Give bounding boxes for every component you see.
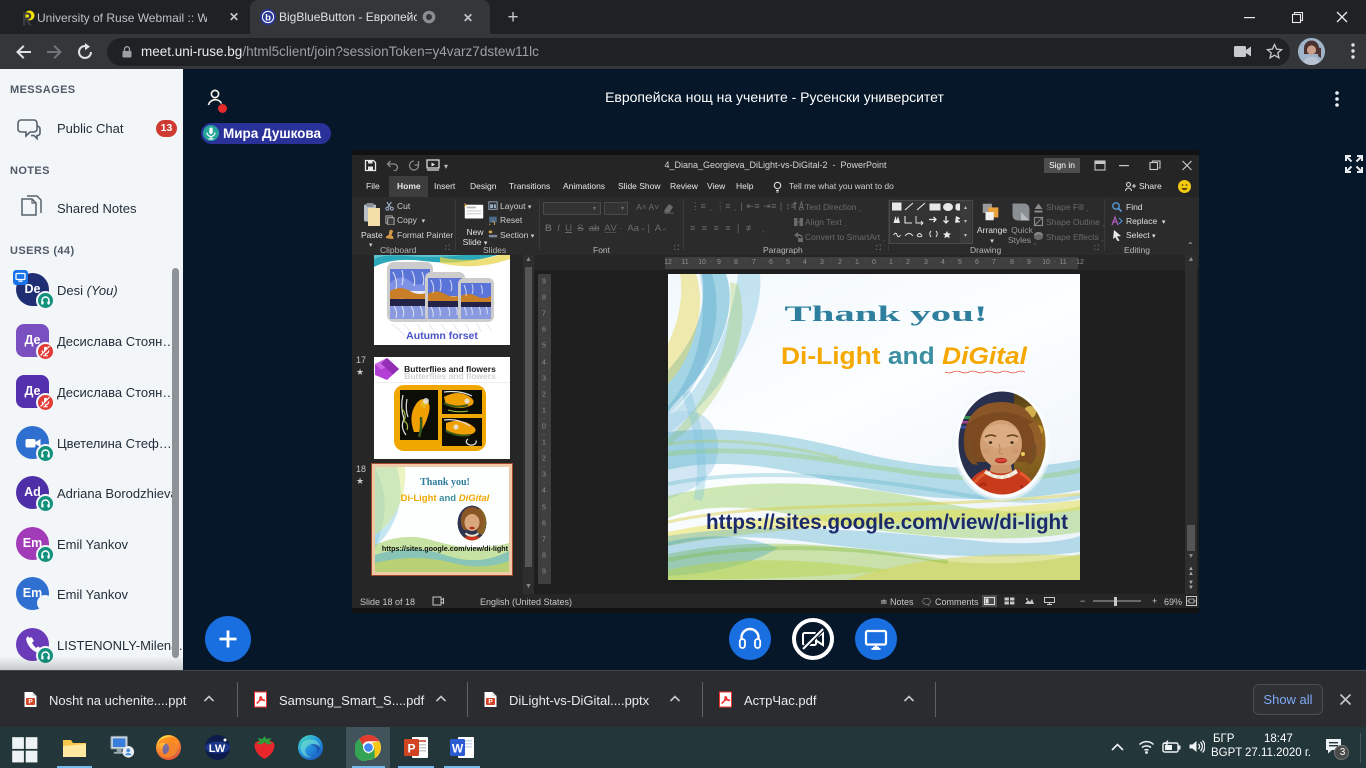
svg-text:P: P: [28, 699, 33, 706]
svg-text:b: b: [265, 13, 271, 24]
svg-text:https://sites.google.com/view/: https://sites.google.com/view/di-light: [706, 510, 1068, 534]
svg-text:P: P: [488, 699, 493, 706]
svg-text:W: W: [452, 742, 464, 756]
svg-text:Di-Light and DiGital: Di-Light and DiGital: [401, 493, 490, 504]
svg-text:https://sites.google.com/view/: https://sites.google.com/view/di-light: [382, 544, 509, 553]
svg-text:Butterflies and flowers: Butterflies and flowers: [404, 371, 496, 381]
svg-text:P: P: [407, 742, 415, 756]
svg-text:LW: LW: [209, 743, 226, 755]
svg-text:Di-Light and DiGital: Di-Light and DiGital: [781, 343, 1028, 370]
svg-text:Thank you!: Thank you!: [420, 477, 470, 488]
svg-text:Autumn forset: Autumn forset: [406, 330, 478, 342]
svg-text:Thank you!: Thank you!: [785, 301, 988, 326]
